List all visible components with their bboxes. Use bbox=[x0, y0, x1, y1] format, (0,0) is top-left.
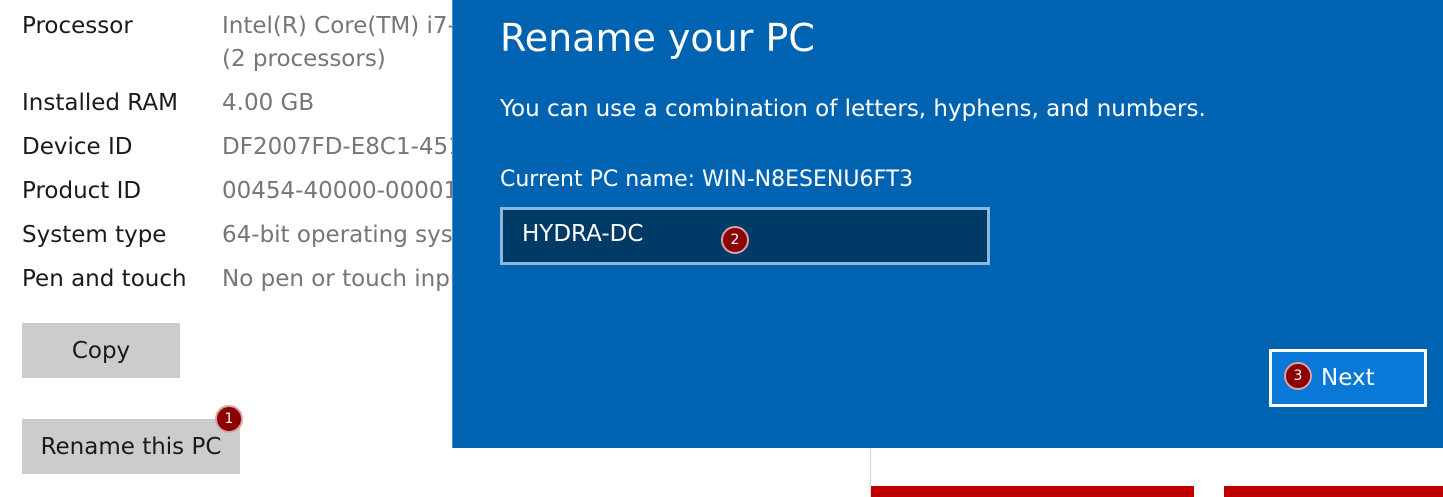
background-red-tile bbox=[1224, 486, 1443, 497]
step-badge-3: 3 bbox=[1284, 362, 1312, 390]
spec-value: No pen or touch inpu bbox=[222, 266, 462, 292]
spec-label: Pen and touch bbox=[22, 266, 187, 292]
step-badge-2: 2 bbox=[721, 226, 749, 254]
step-badge-1: 1 bbox=[215, 405, 243, 433]
spec-value: Intel(R) Core(TM) i7-8 (2 processors) bbox=[222, 10, 462, 76]
spec-value: 00454-40000-00001-A bbox=[222, 178, 462, 204]
spec-label: Product ID bbox=[22, 178, 142, 204]
spec-value: 4.00 GB bbox=[222, 90, 315, 116]
rename-this-pc-button[interactable]: Rename this PC bbox=[22, 419, 240, 474]
spec-value: 64-bit operating syste bbox=[222, 222, 462, 248]
spec-value-line: (2 processors) bbox=[222, 46, 386, 72]
new-pc-name-input[interactable]: HYDRA-DC 2 bbox=[500, 207, 990, 265]
spec-label: Device ID bbox=[22, 134, 133, 160]
current-pc-name-label: Current PC name: WIN-N8ESENU6FT3 bbox=[500, 167, 914, 192]
spec-label: Installed RAM bbox=[22, 90, 178, 116]
spec-label: Processor bbox=[22, 13, 133, 39]
spec-value: DF2007FD-E8C1-4511- bbox=[222, 134, 462, 160]
background-red-tile bbox=[871, 486, 1194, 497]
next-button[interactable]: 3 Next bbox=[1269, 349, 1427, 407]
spec-value-line: Intel(R) Core(TM) i7-8 bbox=[222, 13, 462, 39]
copy-button[interactable]: Copy bbox=[22, 323, 180, 378]
dialog-description: You can use a combination of letters, hy… bbox=[500, 96, 1206, 122]
spec-label: System type bbox=[22, 222, 167, 248]
next-button-label: Next bbox=[1321, 365, 1375, 391]
rename-pc-dialog: Rename your PC You can use a combination… bbox=[452, 0, 1443, 448]
new-pc-name-value: HYDRA-DC bbox=[522, 221, 644, 247]
dialog-title: Rename your PC bbox=[500, 16, 815, 60]
